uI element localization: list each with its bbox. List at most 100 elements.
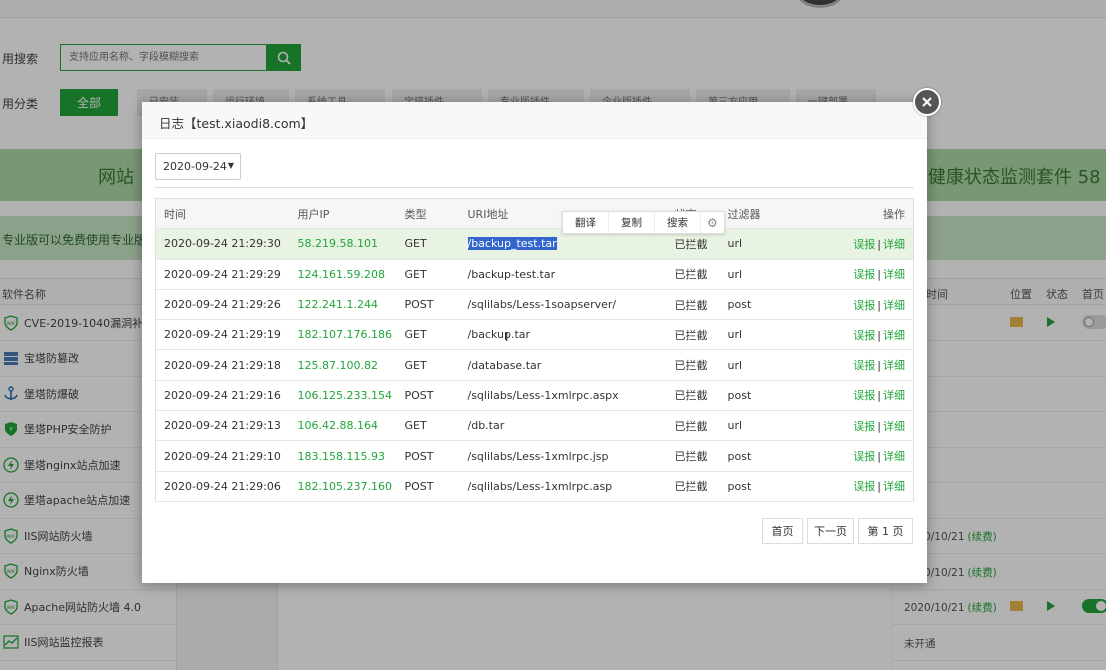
log-type: POST [396,471,460,502]
log-ip: 122.241.1.244 [289,289,397,321]
report-false-positive-link[interactable]: 误报 [853,480,875,493]
log-status: 已拦截 [666,471,720,502]
report-false-positive-link[interactable]: 误报 [853,268,875,281]
ctx-search[interactable]: 搜索 [655,212,701,233]
log-status: 已拦截 [666,410,720,442]
log-type: GET [396,319,460,351]
log-uri: /sqlilabs/Less-1xmlrpc.jsp [459,440,667,472]
log-filter: post [719,380,820,412]
log-ops: 误报 | 详细 [819,410,914,442]
selected-uri: /backup_test.tar [467,237,557,251]
log-type: POST [396,380,460,412]
log-filter: url [719,349,820,381]
ops-separator: | [877,268,881,282]
log-ip: 106.42.88.164 [289,410,397,442]
text-cursor-icon: I [505,330,509,344]
pager-first[interactable]: 首页 [762,518,803,544]
col-ip: 用户IP [289,198,397,230]
log-filter: post [719,471,820,502]
log-filter: url [719,319,820,351]
log-time: 2020-09-24 21:29:29 [155,259,290,290]
report-false-positive-link[interactable]: 误报 [853,420,875,433]
close-button[interactable] [913,88,941,116]
detail-link[interactable]: 详细 [883,359,905,372]
log-uri: /backup-test.tar [459,259,667,290]
report-false-positive-link[interactable]: 误报 [853,238,875,251]
report-false-positive-link[interactable]: 误报 [853,359,875,372]
log-ip: 106.125.233.154 [289,380,397,412]
log-uri: /database.tar [459,349,667,381]
detail-link[interactable]: 详细 [883,389,905,402]
date-select[interactable]: 2020-09-24 ▼ [155,153,241,180]
ops-separator: | [877,450,881,464]
log-type: POST [396,440,460,472]
log-time: 2020-09-24 21:29:06 [155,471,290,502]
log-ip: 124.161.59.208 [289,259,397,290]
date-select-value: 2020-09-24 [163,160,227,173]
ctx-translate[interactable]: 翻译 [563,212,609,233]
detail-link[interactable]: 详细 [883,480,905,493]
log-time: 2020-09-24 21:29:13 [155,410,290,442]
log-ip: 125.87.100.82 [289,349,397,381]
log-uri: /sqlilabs/Less-1xmlrpc.aspx [459,380,667,412]
log-ops: 误报 | 详细 [819,259,914,290]
report-false-positive-link[interactable]: 误报 [853,329,875,342]
table-row: 2020-09-24 21:29:16 106.125.233.154 POST/s… [155,380,914,412]
log-ip: 58.219.58.101 [289,228,397,260]
gear-icon[interactable]: ⚙ [701,212,724,233]
log-uri: /db.tar [459,410,667,442]
ops-separator: | [877,237,881,251]
log-uri: /sqlilabs/Less-1soapserver/ [459,289,667,321]
log-type: GET [396,410,460,442]
log-ip: 183.158.115.93 [289,440,397,472]
pager-next[interactable]: 下一页 [807,518,854,544]
log-time: 2020-09-24 21:29:30 [155,228,290,260]
log-uri: /sqlilabs/Less-1xmlrpc.asp [459,471,667,502]
log-filter: post [719,289,820,321]
detail-link[interactable]: 详细 [883,268,905,281]
report-false-positive-link[interactable]: 误报 [853,389,875,402]
log-time: 2020-09-24 21:29:26 [155,289,290,321]
ops-separator: | [877,328,881,342]
log-ops: 误报 | 详细 [819,380,914,412]
table-row: 2020-09-24 21:29:06 182.105.237.160 POST/s… [155,471,914,502]
log-type: POST [396,289,460,321]
log-ops: 误报 | 详细 [819,471,914,502]
log-status: 已拦截 [666,289,720,321]
detail-link[interactable]: 详细 [883,299,905,312]
log-ops: 误报 | 详细 [819,440,914,472]
ops-separator: | [877,419,881,433]
log-time: 2020-09-24 21:29:18 [155,349,290,381]
col-filter: 过滤器 [719,198,820,230]
log-table: 时间 用户IP 类型 URI地址 状态 过滤器 操作 2020-09-24 21… [155,198,914,502]
detail-link[interactable]: 详细 [883,238,905,251]
log-ops: 误报 | 详细 [819,289,914,321]
table-row: 2020-09-24 21:29:30 58.219.58.101 GET/back… [155,228,914,260]
table-row: 2020-09-24 21:29:13 106.42.88.164 GET/db.t… [155,410,914,442]
table-header-row: 时间 用户IP 类型 URI地址 状态 过滤器 操作 [155,198,914,230]
log-ops: 误报 | 详细 [819,228,914,260]
detail-link[interactable]: 详细 [883,329,905,342]
pager-current: 第 1 页 [858,518,913,544]
ops-separator: | [877,359,881,373]
log-filter: url [719,228,820,260]
ops-separator: | [877,389,881,403]
selection-context-menu: 翻译 复制 搜索 ⚙ [562,211,725,234]
table-row: 2020-09-24 21:29:29 124.161.59.208 GET/bac… [155,259,914,290]
log-modal: 日志【test.xiaodi8.com】 2020-09-24 ▼ 时间 用户I… [142,88,941,583]
table-row: 2020-09-24 21:29:26 122.241.1.244 POST/sql… [155,289,914,321]
log-status: 已拦截 [666,380,720,412]
col-time: 时间 [155,198,290,230]
detail-link[interactable]: 详细 [883,450,905,463]
report-false-positive-link[interactable]: 误报 [853,450,875,463]
log-ops: 误报 | 详细 [819,349,914,381]
table-row: 2020-09-24 21:29:18 125.87.100.82 GET/data… [155,349,914,381]
detail-link[interactable]: 详细 [883,420,905,433]
close-icon [922,97,932,107]
col-ops: 操作 [819,198,914,230]
ctx-copy[interactable]: 复制 [609,212,655,233]
ops-separator: | [877,480,881,494]
report-false-positive-link[interactable]: 误报 [853,299,875,312]
log-filter: url [719,410,820,442]
table-row: 2020-09-24 21:29:10 183.158.115.93 POST/sq… [155,440,914,472]
